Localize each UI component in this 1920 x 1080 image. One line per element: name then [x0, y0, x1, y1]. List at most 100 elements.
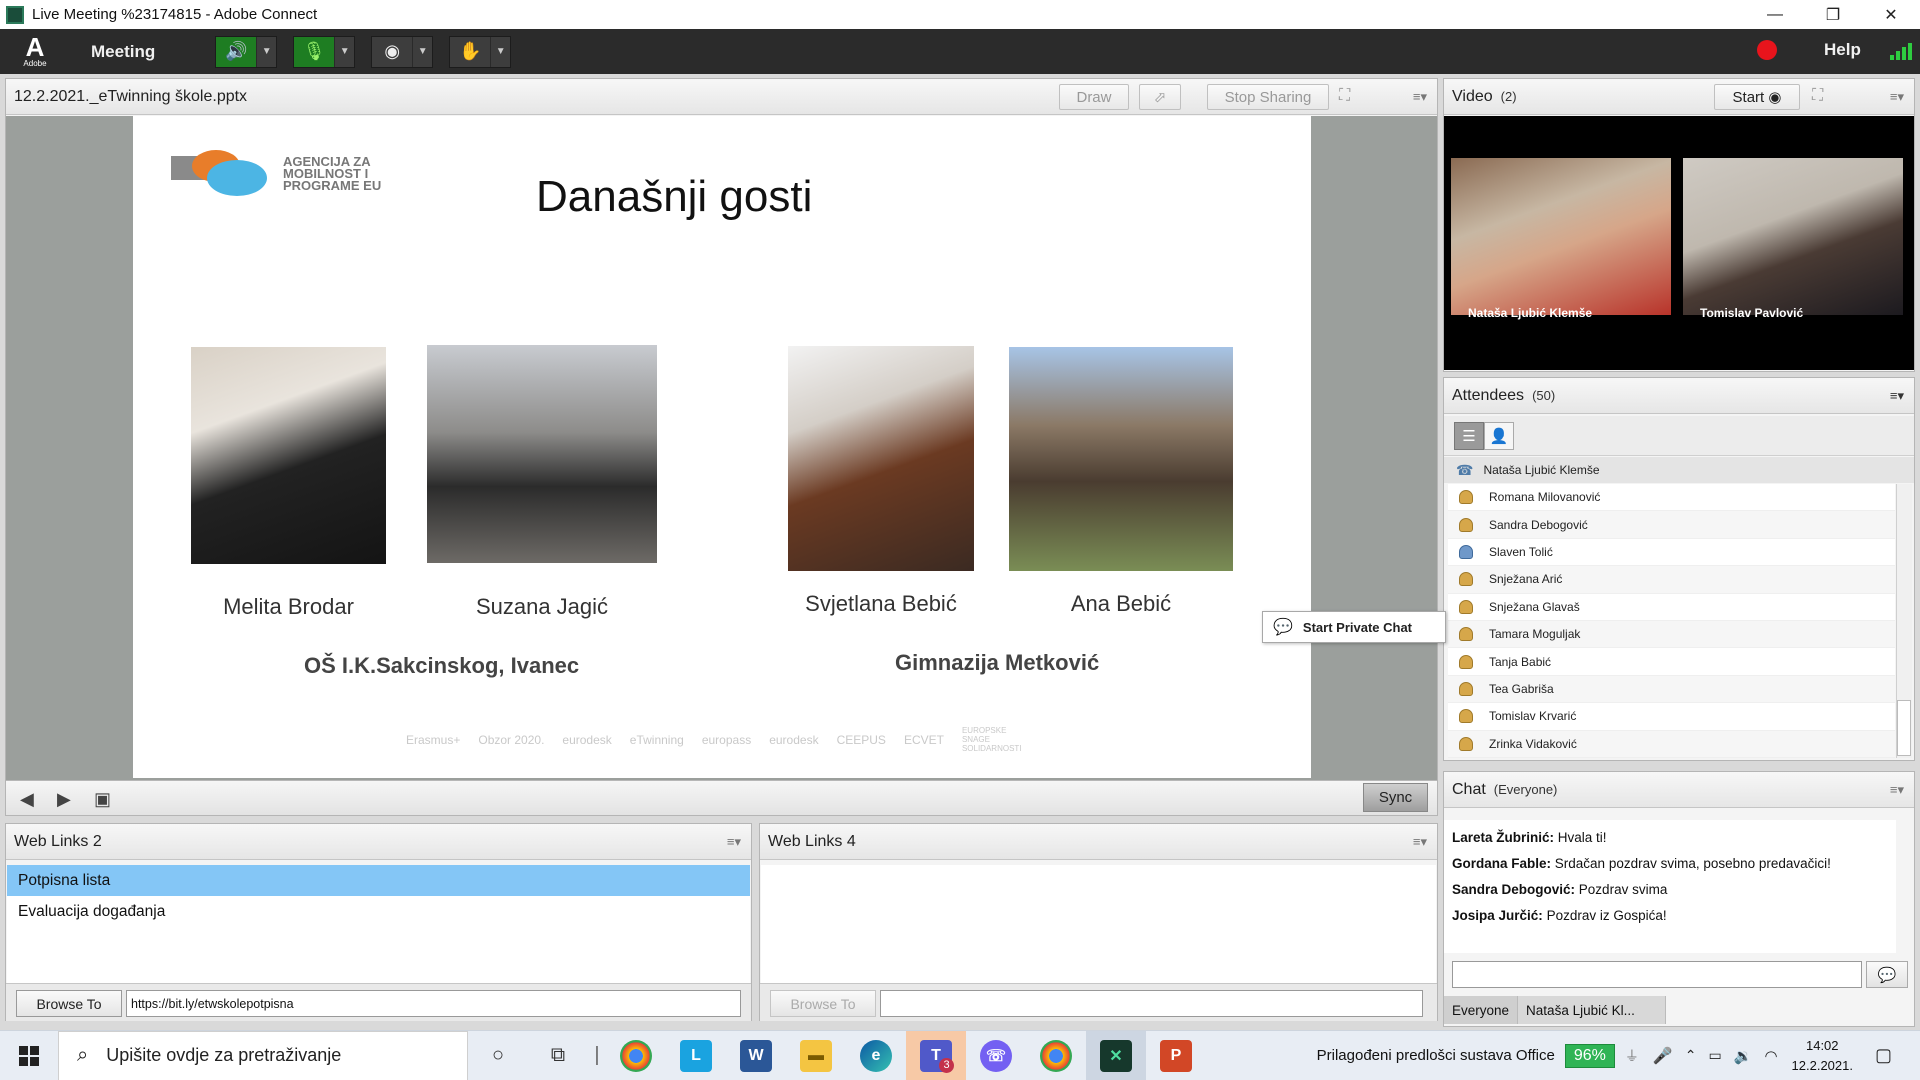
adobe-connect-icon: ✕: [1100, 1039, 1132, 1072]
taskbar-search[interactable]: ⌕ Upišite ovdje za pretraživanje: [58, 1030, 468, 1080]
start-label: Start: [1732, 88, 1765, 106]
browse-to-button[interactable]: Browse To: [16, 990, 122, 1017]
webcam-icon[interactable]: ◉: [372, 37, 412, 67]
l-app-taskbar-button[interactable]: L: [666, 1031, 726, 1080]
video-feed-natasa[interactable]: [1451, 158, 1671, 315]
web-links-4-list: [761, 865, 1436, 983]
speaker-icon[interactable]: 🔊: [216, 36, 257, 67]
list-item[interactable]: Evaluacija događanja: [7, 896, 750, 927]
fullscreen-icon[interactable]: ⛶: [1812, 87, 1823, 105]
chrome-profile-taskbar-button[interactable]: [1026, 1031, 1086, 1080]
maximize-button[interactable]: ❐: [1804, 0, 1862, 29]
slide-sidebar-icon[interactable]: ▣: [94, 789, 111, 810]
help-menu[interactable]: Help: [1824, 40, 1861, 60]
europass-logo: europass: [701, 732, 752, 747]
participant-icon: [1459, 627, 1473, 642]
list-item[interactable]: Slaven Tolić: [1448, 539, 1895, 567]
wifi-icon[interactable]: ◠: [1764, 1047, 1777, 1065]
list-item[interactable]: Sandra Debogović: [1448, 511, 1895, 539]
host-row[interactable]: ☎ Nataša Ljubić Klemše: [1444, 457, 1914, 483]
pod-options-icon[interactable]: ≡▾: [1890, 782, 1904, 798]
edge-taskbar-button[interactable]: e: [846, 1031, 906, 1080]
chat-message: Gordana Fable: Srdačan pozdrav svima, po…: [1452, 856, 1831, 871]
edge-icon: e: [860, 1039, 892, 1072]
word-taskbar-button[interactable]: W: [726, 1031, 786, 1080]
tab-private-chat[interactable]: Nataša Ljubić Kl...: [1518, 996, 1667, 1024]
clock-date: 12.2.2021.: [1791, 1057, 1853, 1073]
draw-button[interactable]: Draw: [1059, 84, 1129, 110]
chat-pod-header: Chat (Everyone) ≡▾: [1444, 772, 1914, 808]
list-item[interactable]: Romana Milovanović: [1448, 484, 1895, 512]
role-view-icon[interactable]: 👤: [1484, 422, 1514, 450]
chevron-down-icon[interactable]: ▼: [334, 36, 354, 67]
tab-everyone[interactable]: Everyone: [1444, 996, 1519, 1024]
file-explorer-taskbar-button[interactable]: ▬: [786, 1031, 846, 1080]
video-feed-tomislav[interactable]: [1683, 158, 1903, 315]
chevron-down-icon[interactable]: ▼: [490, 36, 510, 67]
show-hidden-icons-icon[interactable]: ⌃: [1685, 1047, 1697, 1064]
list-item[interactable]: Tamara Moguljak: [1448, 620, 1895, 649]
pointer-tool-button[interactable]: ⬀: [1139, 84, 1181, 110]
microphone-control[interactable]: 🎙 ▼: [293, 35, 356, 68]
notifications-icon[interactable]: ▢: [1875, 1045, 1892, 1066]
cortana-icon[interactable]: ○: [468, 1031, 528, 1080]
teams-taskbar-button[interactable]: T 3: [906, 1030, 966, 1080]
adobe-connect-app-icon: [6, 5, 24, 24]
list-item[interactable]: Zrinka Vidaković: [1448, 730, 1895, 758]
powerpoint-icon: P: [1160, 1039, 1192, 1072]
raise-hand-icon[interactable]: ✋: [450, 37, 490, 67]
list-view-icon[interactable]: ☰: [1454, 422, 1484, 450]
recording-indicator-icon[interactable]: [1757, 40, 1777, 60]
raise-hand-control[interactable]: ✋ ▼: [449, 35, 512, 68]
sync-button[interactable]: Sync: [1363, 783, 1428, 812]
task-view-icon[interactable]: ⧉: [528, 1031, 588, 1080]
stop-sharing-button[interactable]: Stop Sharing: [1207, 84, 1329, 110]
scrollbar-thumb[interactable]: [1897, 700, 1911, 756]
battery-icon[interactable]: ▭: [1709, 1047, 1722, 1064]
minimize-button[interactable]: —: [1746, 0, 1804, 29]
viber-taskbar-button[interactable]: ☏: [966, 1031, 1026, 1080]
pod-options-icon[interactable]: ≡▾: [727, 834, 741, 850]
chevron-down-icon[interactable]: ▼: [256, 36, 276, 67]
pod-options-icon[interactable]: ≡▾: [1890, 89, 1904, 105]
taskbar-clock[interactable]: 14:02 12.2.2021.: [1792, 1036, 1853, 1076]
person-name: Ana Bebić: [1070, 591, 1172, 616]
speaker-control[interactable]: 🔊 ▼: [215, 35, 278, 68]
start-private-chat-menu-item[interactable]: 💬 Start Private Chat: [1262, 611, 1446, 643]
list-item[interactable]: Tomislav Krvarić: [1448, 703, 1895, 731]
list-item[interactable]: Snježana Glavaš: [1448, 594, 1895, 621]
fullscreen-icon[interactable]: ⛶: [1339, 87, 1350, 105]
close-button[interactable]: ✕: [1862, 0, 1920, 29]
previous-slide-icon[interactable]: ◀: [20, 789, 34, 810]
chrome-taskbar-button[interactable]: [606, 1031, 666, 1080]
meeting-menu[interactable]: Meeting: [91, 42, 155, 62]
tray-toolbar-label[interactable]: Prilagođeni predlošci sustava Office: [1317, 1047, 1555, 1064]
chat-input[interactable]: [1452, 961, 1862, 988]
adobe-connect-taskbar-button[interactable]: ✕: [1086, 1030, 1146, 1080]
chat-bubble-icon: 💬: [1877, 966, 1897, 984]
next-slide-icon[interactable]: ▶: [57, 789, 71, 810]
list-item[interactable]: Tanja Babić: [1448, 648, 1895, 676]
list-item[interactable]: Tea Gabriša: [1448, 675, 1895, 704]
photo-svjetlana-bebic: [788, 346, 974, 571]
microphone-muted-icon[interactable]: 🎙: [294, 36, 335, 67]
microphone-icon[interactable]: 🎤: [1653, 1046, 1673, 1066]
connection-signal-icon: [1890, 42, 1912, 60]
volume-icon[interactable]: 🔉: [1734, 1047, 1753, 1065]
windows-start-button[interactable]: [0, 1031, 58, 1080]
pod-options-icon[interactable]: ≡▾: [1413, 89, 1427, 105]
url-field[interactable]: [880, 990, 1423, 1017]
start-webcam-button[interactable]: Start ◉: [1714, 84, 1800, 110]
battery-percentage[interactable]: 96%: [1564, 1043, 1615, 1068]
pod-options-icon[interactable]: ≡▾: [1890, 388, 1904, 404]
browse-to-button[interactable]: Browse To: [770, 990, 876, 1017]
list-item[interactable]: Snježana Arić: [1448, 566, 1895, 594]
chat-bubble-icon: 💬: [1273, 619, 1293, 636]
send-chat-button[interactable]: 💬: [1866, 961, 1908, 988]
list-item[interactable]: Potpisna lista: [7, 865, 750, 896]
webcam-control[interactable]: ◉ ▼: [371, 35, 434, 68]
pod-options-icon[interactable]: ≡▾: [1413, 834, 1427, 850]
powerpoint-taskbar-button[interactable]: P: [1146, 1031, 1206, 1080]
chevron-down-icon[interactable]: ▼: [412, 36, 432, 67]
url-field[interactable]: https://bit.ly/etwskolepotpisna: [126, 990, 741, 1017]
